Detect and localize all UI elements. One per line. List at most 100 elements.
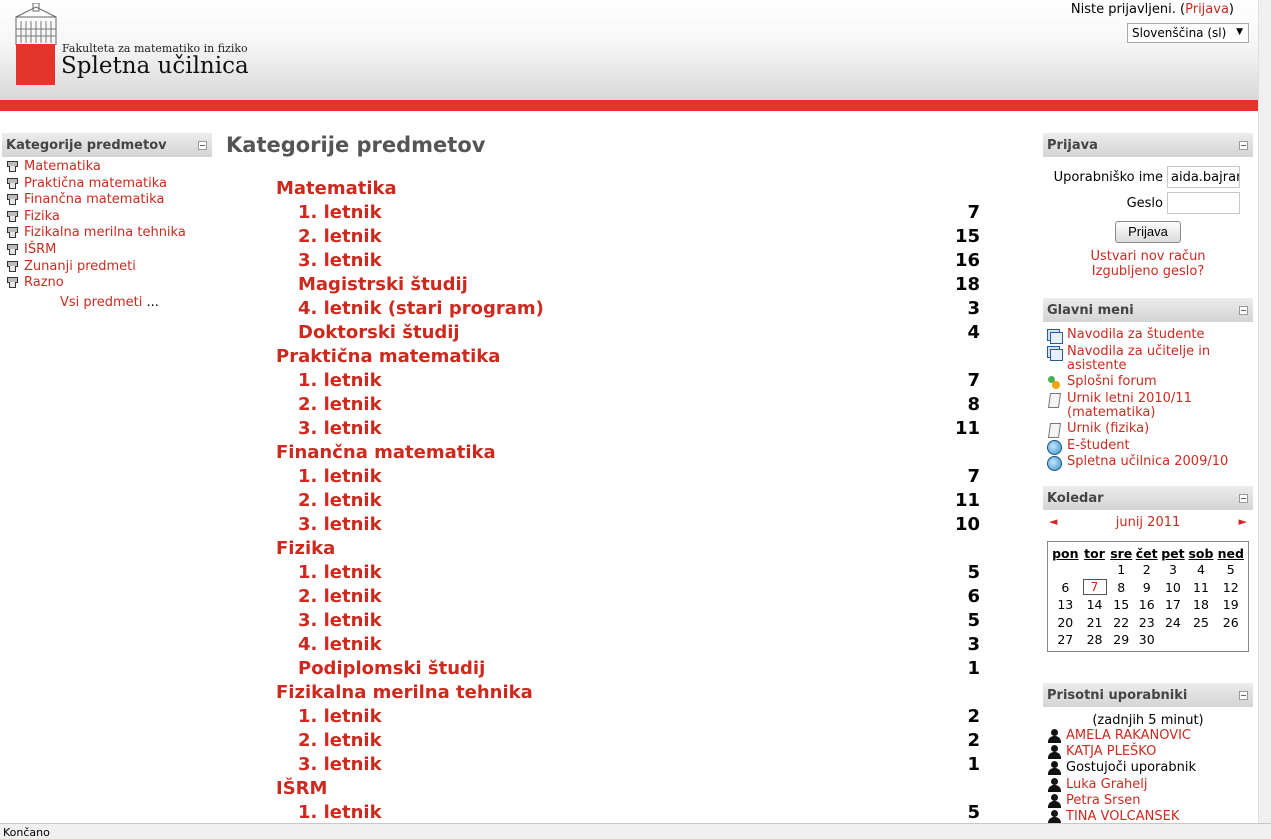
category-row: Matematika — [276, 177, 982, 201]
subcategory-link[interactable]: 3. letnik — [298, 250, 382, 271]
calendar-day — [1187, 631, 1216, 649]
category-link[interactable]: Finančna matematika — [276, 442, 496, 463]
subcategory-link[interactable]: 4. letnik (stari program) — [298, 298, 544, 319]
calendar-day: 28 — [1086, 632, 1103, 648]
collapse-icon[interactable] — [1239, 306, 1248, 315]
create-account-link[interactable]: Ustvari nov račun — [1090, 249, 1205, 264]
vertical-scrollbar[interactable] — [1258, 0, 1271, 823]
collapse-icon[interactable] — [1239, 141, 1248, 150]
subcategory-row: Magistrski študij 18 — [276, 273, 982, 297]
subcategory-link[interactable]: 1. letnik — [298, 706, 382, 727]
subcategory-link[interactable]: 3. letnik — [298, 610, 382, 631]
all-courses-link[interactable]: Vsi predmeti — [60, 295, 142, 310]
collapse-icon[interactable] — [1239, 691, 1248, 700]
calendar-month[interactable]: junij 2011 — [1043, 515, 1253, 530]
login-status: Niste prijavljeni. (Prijava) — [1070, 2, 1234, 17]
user-icon — [1047, 745, 1062, 760]
category-link[interactable]: Finančna matematika — [24, 192, 164, 207]
calendar-today[interactable]: 7 — [1081, 579, 1109, 597]
subcategory-row: 2. letnik 8 — [276, 393, 982, 417]
faculty-building-icon — [15, 3, 57, 45]
logo-red-square — [16, 44, 55, 85]
subcategory-link[interactable]: 3. letnik — [298, 754, 382, 775]
subcategory-link[interactable]: 4. letnik — [298, 634, 382, 655]
category-link[interactable]: Matematika — [276, 178, 397, 199]
course-count: 15 — [954, 226, 980, 247]
user-icon — [1047, 729, 1062, 743]
category-link[interactable]: Praktična matematika — [276, 346, 500, 367]
category-link[interactable]: Fizikalna merilna tehnika — [276, 682, 533, 703]
calendar-week: 27 28 29 30 — [1050, 631, 1246, 649]
category-link[interactable]: Razno — [24, 275, 64, 290]
calendar-day: 6 — [1061, 579, 1070, 595]
subcategory-link[interactable]: 2. letnik — [298, 226, 382, 247]
online-user: Gostujoči uporabnik — [1047, 760, 1253, 776]
subcategory-link[interactable]: 1. letnik — [298, 202, 382, 223]
calendar-day: 9 — [1142, 579, 1151, 595]
subcategory-link[interactable]: 3. letnik — [298, 418, 382, 439]
course-count: 7 — [967, 466, 980, 487]
username-input[interactable]: aida.bajrar — [1167, 166, 1240, 188]
main-menu-list: Navodila za študente Navodila za učitelje… — [1043, 322, 1253, 471]
category-link[interactable]: Matematika — [24, 159, 101, 174]
category-link[interactable]: Praktična matematika — [24, 176, 167, 191]
subcategory-link[interactable]: 1. letnik — [298, 802, 382, 823]
language-select[interactable]: Slovenščina (sl) ▼ — [1127, 23, 1249, 43]
calendar-day: 11 — [1193, 579, 1209, 595]
subcategory-link[interactable]: 2. letnik — [298, 394, 382, 415]
calendar-day — [1081, 561, 1109, 579]
calendar-weekdays: pon tor sre čet pet sob ned — [1050, 545, 1246, 561]
menu-link[interactable]: Splošni forum — [1067, 374, 1157, 389]
collapse-icon[interactable] — [198, 141, 207, 150]
subcategory-link[interactable]: 2. letnik — [298, 490, 382, 511]
menu-link[interactable]: Navodila za učitelje in asistente — [1067, 344, 1210, 373]
subcategory-link[interactable]: 1. letnik — [298, 466, 382, 487]
login-button[interactable]: Prijava — [1115, 221, 1181, 243]
menu-link[interactable]: E-študent — [1067, 438, 1130, 453]
user-link[interactable]: TINA VOLCANSEK — [1066, 809, 1179, 824]
calendar-day: 29 — [1113, 632, 1130, 648]
subcategory-row: 3. letnik 5 — [276, 609, 982, 633]
next-month-icon[interactable]: ► — [1239, 515, 1247, 528]
category-link[interactable]: Fizika — [276, 538, 335, 559]
category-item: IŠRM — [6, 242, 212, 259]
category-link[interactable]: Zunanji predmeti — [24, 259, 136, 274]
category-icon — [6, 276, 18, 289]
category-link[interactable]: Fizika — [24, 209, 60, 224]
subcategory-link[interactable]: Doktorski študij — [298, 322, 460, 343]
forum-icon — [1046, 375, 1062, 390]
menu-link[interactable]: Navodila za študente — [1067, 327, 1205, 342]
calendar-day: 21 — [1086, 614, 1103, 630]
forgot-password-link[interactable]: Izgubljeno geslo? — [1092, 264, 1204, 279]
course-categories-block: Kategorije predmetov Matematika Praktična… — [2, 133, 212, 310]
subcategory-link[interactable]: Magistrski študij — [298, 274, 468, 295]
user-link[interactable]: Petra Srsen — [1066, 793, 1141, 808]
category-link[interactable]: IŠRM — [276, 778, 327, 799]
login-links: Ustvari nov račun Izgubljeno geslo? — [1043, 249, 1253, 279]
subcategory-link[interactable]: 2. letnik — [298, 730, 382, 751]
calendar-day: 23 — [1138, 614, 1155, 630]
subcategory-link[interactable]: Podiplomski študij — [298, 658, 485, 679]
dropdown-arrow-icon: ▼ — [1236, 27, 1243, 37]
subcategory-link[interactable]: 3. letnik — [298, 514, 382, 535]
user-link[interactable]: AMELA RAKANOVIC — [1066, 728, 1191, 743]
subcategory-link[interactable]: 1. letnik — [298, 562, 382, 583]
user-link[interactable]: Luka Grahelj — [1066, 777, 1148, 792]
category-link[interactable]: Fizikalna merilna tehnika — [24, 225, 186, 240]
subcategory-link[interactable]: 2. letnik — [298, 586, 382, 607]
subcategory-link[interactable]: 1. letnik — [298, 370, 382, 391]
category-link[interactable]: IŠRM — [24, 242, 56, 257]
calendar-days: 1 2 3 4 5 6 7 8 9 10 11 12 13 14 15 16 17 18 19 20 21 22 23 24 2… — [1050, 561, 1246, 649]
course-count: 16 — [954, 250, 980, 271]
course-count: 6 — [967, 586, 980, 607]
user-link[interactable]: KATJA PLEŠKO — [1066, 744, 1156, 759]
category-row: Fizika — [276, 537, 982, 561]
subcategory-row: 3. letnik 10 — [276, 513, 982, 537]
password-input[interactable] — [1167, 192, 1240, 214]
menu-link[interactable]: Urnik (fizika) — [1067, 421, 1149, 436]
menu-link[interactable]: Spletna učilnica 2009/10 — [1067, 454, 1228, 469]
category-icon — [6, 160, 18, 172]
collapse-icon[interactable] — [1239, 494, 1248, 503]
header-login-link[interactable]: Prijava — [1185, 2, 1229, 17]
menu-link[interactable]: Urnik letni 2010/11 (matematika) — [1067, 391, 1192, 420]
